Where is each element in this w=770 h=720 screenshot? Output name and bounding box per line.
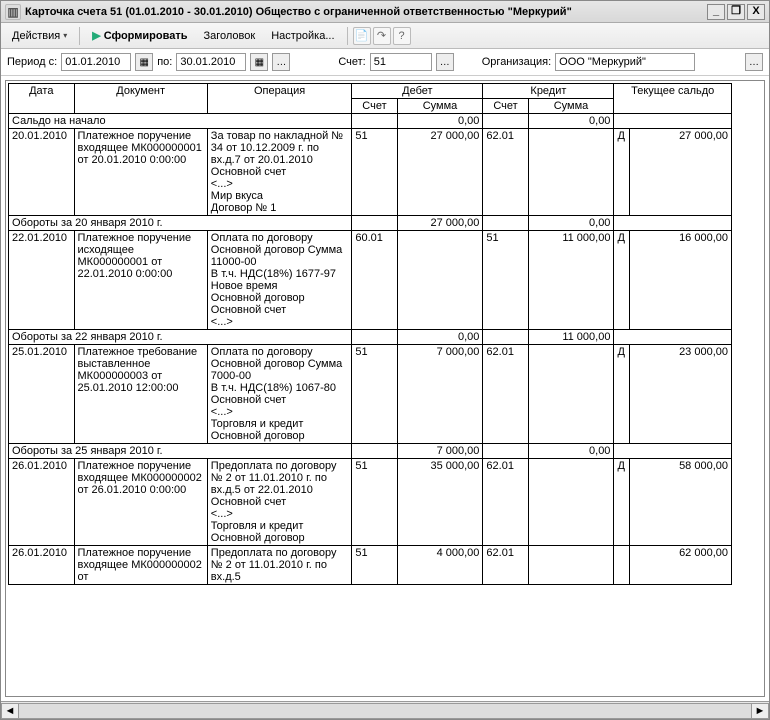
subtotal-row: Обороты за 20 января 2010 г.27 000,000,0… <box>9 216 732 231</box>
opening-balance-row: Сальдо на начало0,000,00 <box>9 114 732 129</box>
account-label: Счет: <box>338 56 365 68</box>
file-icon[interactable]: 📄 <box>353 27 371 45</box>
minimize-button[interactable]: _ <box>707 4 725 20</box>
scroll-right-button[interactable]: ► <box>751 703 769 719</box>
period-to-label: по: <box>157 56 172 68</box>
report-area[interactable]: Дата Документ Операция Дебет Кредит Теку… <box>5 80 765 697</box>
account-input[interactable] <box>370 53 432 71</box>
restore-button[interactable]: ❐ <box>727 4 745 20</box>
org-label: Организация: <box>482 56 551 68</box>
chevron-down-icon: ▾ <box>63 31 67 40</box>
titlebar: ▥ Карточка счета 51 (01.01.2010 - 30.01.… <box>1 1 769 23</box>
scroll-left-button[interactable]: ◄ <box>1 703 19 719</box>
col-credit: Кредит <box>483 84 614 99</box>
col-doc: Документ <box>74 84 207 114</box>
col-debit-acct: Счет <box>352 99 397 114</box>
period-picker-button[interactable]: … <box>272 53 290 71</box>
actions-menu[interactable]: Действия ▾ <box>5 27 74 45</box>
calendar-from-icon[interactable]: ▦ <box>135 53 153 71</box>
date-from-input[interactable] <box>61 53 131 71</box>
org-input[interactable] <box>555 53 695 71</box>
calendar-to-icon[interactable]: ▦ <box>250 53 268 71</box>
col-date: Дата <box>9 84 75 114</box>
app-icon: ▥ <box>5 4 21 20</box>
header-button[interactable]: Заголовок <box>196 27 262 45</box>
table-row: 26.01.2010Платежное поручение входящее М… <box>9 546 732 585</box>
subtotal-row: Обороты за 22 января 2010 г.0,0011 000,0… <box>9 330 732 345</box>
actions-menu-label: Действия <box>12 30 60 42</box>
close-button[interactable]: X <box>747 4 765 20</box>
table-row: 26.01.2010Платежное поручение входящее М… <box>9 459 732 546</box>
subtotal-row: Обороты за 25 января 2010 г.7 000,000,00 <box>9 444 732 459</box>
report-table: Дата Документ Операция Дебет Кредит Теку… <box>8 83 732 585</box>
table-row: 25.01.2010Платежное требование выставлен… <box>9 345 732 444</box>
col-credit-sum: Сумма <box>528 99 614 114</box>
period-from-label: Период с: <box>7 56 57 68</box>
settings-button[interactable]: Настройка... <box>264 27 341 45</box>
horizontal-scrollbar[interactable]: ◄ ► <box>1 701 769 719</box>
account-picker-button[interactable]: … <box>436 53 454 71</box>
col-balance: Текущее сальдо <box>614 84 732 114</box>
org-picker-button[interactable]: … <box>745 53 763 71</box>
toolbar: Действия ▾ ▶ Сформировать Заголовок Наст… <box>1 23 769 49</box>
date-to-input[interactable] <box>176 53 246 71</box>
form-button[interactable]: ▶ Сформировать <box>85 26 194 45</box>
col-debit: Дебет <box>352 84 483 99</box>
col-debit-sum: Сумма <box>397 99 483 114</box>
scroll-track[interactable] <box>19 703 751 719</box>
arrow-icon[interactable]: ↷ <box>373 27 391 45</box>
table-row: 22.01.2010Платежное поручение исходящее … <box>9 231 732 330</box>
play-icon: ▶ <box>92 29 100 42</box>
col-credit-acct: Счет <box>483 99 528 114</box>
window-title: Карточка счета 51 (01.01.2010 - 30.01.20… <box>25 6 572 18</box>
col-op: Операция <box>207 84 352 114</box>
form-button-label: Сформировать <box>104 30 188 42</box>
help-button[interactable]: ? <box>393 27 411 45</box>
table-row: 20.01.2010Платежное поручение входящее М… <box>9 129 732 216</box>
filter-bar: Период с: ▦ по: ▦ … Счет: … Организация:… <box>1 49 769 76</box>
